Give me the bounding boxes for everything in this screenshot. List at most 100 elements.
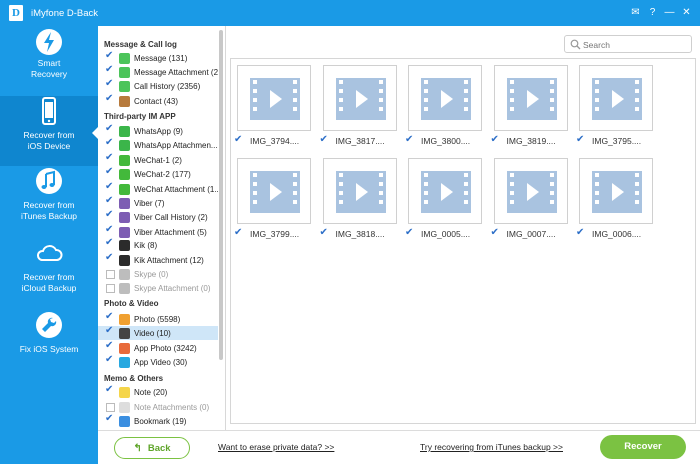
video-thumbnail[interactable] bbox=[408, 65, 482, 131]
category-label: App Photo (3242) bbox=[134, 343, 197, 353]
category-checkbox[interactable] bbox=[106, 269, 115, 279]
video-thumbnail[interactable] bbox=[493, 65, 568, 131]
category-checkbox[interactable] bbox=[105, 94, 115, 106]
category-checkbox[interactable] bbox=[105, 65, 115, 77]
category-item[interactable]: WeChat-1 (2) bbox=[98, 153, 218, 167]
video-item[interactable]: IMG_3794.... bbox=[234, 65, 312, 147]
video-thumbnail[interactable] bbox=[579, 65, 653, 131]
category-item[interactable]: Message Attachment (2 bbox=[98, 65, 218, 79]
category-checkbox[interactable] bbox=[105, 167, 115, 179]
category-item[interactable]: Contact (43) bbox=[98, 94, 218, 108]
category-item[interactable]: Skype (0) bbox=[98, 267, 218, 281]
category-checkbox[interactable] bbox=[105, 138, 115, 150]
category-label: Call History (2356) bbox=[134, 81, 201, 91]
video-item[interactable]: IMG_3799.... bbox=[234, 158, 312, 240]
search-input[interactable] bbox=[583, 38, 683, 51]
category-checkbox[interactable] bbox=[105, 182, 115, 194]
video-item[interactable]: IMG_3818.... bbox=[320, 158, 398, 240]
category-checkbox[interactable] bbox=[105, 153, 115, 165]
back-arrow-icon: ↰ bbox=[133, 442, 142, 454]
category-item[interactable]: Skype Attachment (0) bbox=[98, 281, 218, 295]
category-checkbox[interactable] bbox=[105, 253, 115, 265]
category-checkbox[interactable] bbox=[105, 326, 115, 338]
category-checkbox[interactable] bbox=[106, 402, 115, 412]
category-item[interactable]: Viber (7) bbox=[98, 196, 218, 210]
category-item[interactable]: Viber Attachment (5) bbox=[98, 225, 218, 239]
category-label: Message (131) bbox=[134, 53, 188, 63]
category-label: Note (20) bbox=[134, 387, 168, 397]
video-item[interactable]: IMG_3817.... bbox=[320, 65, 398, 147]
video-filename: IMG_3817.... bbox=[335, 136, 385, 146]
category-app-icon bbox=[119, 226, 130, 238]
category-item[interactable]: Note Attachments (0) bbox=[98, 400, 218, 414]
category-item[interactable]: Kik (8) bbox=[98, 238, 218, 252]
category-app-icon bbox=[119, 125, 130, 137]
category-checkbox[interactable] bbox=[105, 385, 115, 397]
category-item[interactable]: Note (20) bbox=[98, 385, 218, 399]
video-thumbnail[interactable] bbox=[237, 158, 311, 224]
category-item[interactable]: WhatsApp (9) bbox=[98, 124, 218, 138]
category-item[interactable]: Photo (5598) bbox=[98, 312, 218, 326]
category-checkbox[interactable] bbox=[105, 312, 115, 324]
category-checkbox[interactable] bbox=[106, 283, 115, 293]
category-checkbox[interactable] bbox=[105, 225, 115, 237]
category-checkbox[interactable] bbox=[105, 51, 115, 63]
category-app-icon bbox=[119, 415, 130, 427]
feedback-icon[interactable]: ✉ bbox=[628, 5, 643, 20]
video-file-icon bbox=[592, 171, 642, 213]
category-item[interactable]: WeChat-2 (177) bbox=[98, 167, 218, 181]
nav-recover-icloud-backup[interactable]: Recover from iCloud Backup bbox=[0, 238, 98, 308]
category-label: Contact (43) bbox=[134, 96, 179, 106]
recover-button[interactable]: Recover bbox=[600, 435, 686, 459]
category-item[interactable]: App Video (30) bbox=[98, 355, 218, 369]
category-checkbox[interactable] bbox=[105, 196, 115, 208]
category-checkbox[interactable] bbox=[105, 79, 115, 91]
category-item[interactable]: Kik Attachment (12) bbox=[98, 253, 218, 267]
video-file-icon bbox=[335, 171, 386, 213]
search-icon bbox=[570, 39, 581, 50]
category-checkbox[interactable] bbox=[105, 238, 115, 250]
video-thumbnail[interactable] bbox=[237, 65, 311, 131]
close-icon[interactable]: ✕ bbox=[679, 5, 694, 20]
category-checkbox[interactable] bbox=[105, 355, 115, 367]
category-item[interactable]: WhatsApp Attachmen... bbox=[98, 138, 218, 152]
category-checkbox[interactable] bbox=[105, 414, 115, 426]
category-item[interactable]: Bookmark (19) bbox=[98, 414, 218, 428]
category-item[interactable]: Video (10) bbox=[98, 326, 218, 340]
nav-fix-ios-system[interactable]: Fix iOS System bbox=[0, 310, 98, 380]
video-filename: IMG_3819.... bbox=[506, 136, 556, 146]
category-label: Kik (8) bbox=[134, 240, 158, 250]
video-item[interactable]: IMG_0005.... bbox=[405, 158, 483, 240]
nav-recover-itunes-backup[interactable]: Recover from iTunes Backup bbox=[0, 166, 98, 236]
video-thumbnail[interactable] bbox=[408, 158, 482, 224]
help-icon[interactable]: ? bbox=[645, 5, 660, 20]
category-checkbox[interactable] bbox=[105, 124, 115, 136]
category-label: App Video (30) bbox=[134, 357, 188, 367]
category-item[interactable]: App Photo (3242) bbox=[98, 341, 218, 355]
video-thumbnail[interactable] bbox=[493, 158, 568, 224]
category-checkbox[interactable] bbox=[105, 210, 115, 222]
category-checkbox[interactable] bbox=[105, 341, 115, 353]
category-scrollbar[interactable] bbox=[219, 30, 223, 360]
erase-data-link[interactable]: Want to erase private data? >> bbox=[218, 442, 334, 452]
search-box[interactable] bbox=[564, 35, 692, 53]
nav-smart-recovery[interactable]: Smart Recovery bbox=[0, 26, 98, 96]
category-item[interactable]: Call History (2356) bbox=[98, 79, 218, 93]
video-thumbnail[interactable] bbox=[322, 65, 397, 131]
video-item[interactable]: IMG_3800.... bbox=[405, 65, 483, 147]
video-thumbnail[interactable] bbox=[322, 158, 397, 224]
category-item[interactable]: Message (131) bbox=[98, 51, 218, 65]
back-button[interactable]: ↰ Back bbox=[114, 437, 190, 459]
video-item[interactable]: IMG_3819.... bbox=[491, 65, 569, 147]
video-item[interactable]: IMG_0006.... bbox=[576, 158, 654, 240]
category-item[interactable]: WeChat Attachment (1... bbox=[98, 182, 218, 196]
category-item[interactable]: Viber Call History (2) bbox=[98, 210, 218, 224]
video-item[interactable]: IMG_0007.... bbox=[491, 158, 569, 240]
minimize-icon[interactable]: — bbox=[662, 5, 677, 20]
category-label: Video (10) bbox=[134, 328, 171, 338]
nav-recover-ios-device[interactable]: Recover from iOS Device bbox=[0, 96, 99, 166]
itunes-recover-link[interactable]: Try recovering from iTunes backup >> bbox=[420, 442, 563, 452]
video-grid: IMG_3794.... IMG_3817.... IMG_3800.... IMG_… bbox=[230, 58, 696, 424]
video-thumbnail[interactable] bbox=[579, 158, 653, 224]
video-item[interactable]: IMG_3795.... bbox=[576, 65, 654, 147]
